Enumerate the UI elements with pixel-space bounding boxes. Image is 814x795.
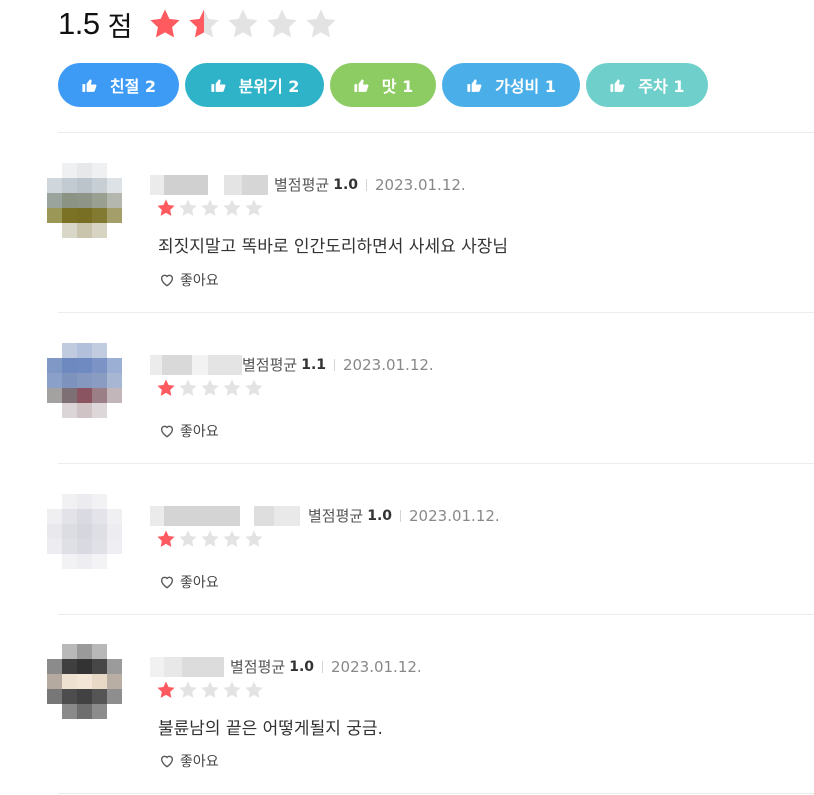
rating-score: 1.5 <box>58 6 100 41</box>
review-stars <box>156 529 266 549</box>
heart-outline-icon <box>159 423 180 439</box>
keyword-chip[interactable]: 가성비 1 <box>442 63 580 107</box>
rating-unit: 점 <box>107 11 133 43</box>
thumbs-up-icon <box>81 77 110 94</box>
star-icon <box>223 199 241 216</box>
star-icon <box>201 530 219 547</box>
star-icon <box>306 9 337 38</box>
review-date: 2023.01.12. <box>343 355 434 374</box>
keyword-chip[interactable]: 친절 2 <box>58 63 179 107</box>
thumbs-up-icon <box>609 77 638 94</box>
meta-separator <box>334 358 336 371</box>
review-date: 2023.01.12. <box>409 506 500 525</box>
keyword-chip[interactable]: 맛 1 <box>330 63 436 107</box>
keyword-label: 맛 1 <box>381 77 414 96</box>
masked-nickname[interactable] <box>150 656 230 677</box>
review-meta: 별점평균 1.0 2023.01.12. <box>150 656 422 677</box>
meta-separator <box>322 660 324 673</box>
divider <box>58 614 814 615</box>
keyword-label: 가성비 1 <box>495 77 556 96</box>
star-icon <box>201 681 219 698</box>
like-label: 좋아요 <box>180 754 219 770</box>
star-icon <box>150 9 181 38</box>
like-label: 좋아요 <box>180 575 219 591</box>
avatar[interactable] <box>47 644 122 719</box>
heart-outline-icon <box>159 753 180 769</box>
meta-separator <box>366 178 368 191</box>
masked-nickname[interactable] <box>150 174 268 195</box>
keyword-label: 친절 2 <box>109 77 157 96</box>
star-icon <box>223 681 241 698</box>
keyword-chip[interactable]: 분위기 2 <box>185 63 324 107</box>
like-button[interactable]: 좋아요 <box>159 572 219 592</box>
like-button[interactable]: 좋아요 <box>159 270 219 290</box>
star-icon <box>228 9 259 38</box>
thumbs-up-icon <box>353 77 382 94</box>
divider <box>58 132 814 133</box>
star-icon <box>201 199 219 216</box>
rating-average-value: 1.0 <box>289 658 315 675</box>
review-stars <box>156 680 266 700</box>
divider <box>58 793 814 794</box>
keyword-label: 분위기 2 <box>238 77 300 96</box>
review-text: 불륜남의 끝은 어떻게될지 궁금. <box>158 719 383 739</box>
keyword-label: 주차 1 <box>638 77 685 96</box>
review-stars <box>156 198 266 218</box>
rating-average-value: 1.1 <box>301 356 327 373</box>
rating-summary: 1.5 점 <box>58 4 343 44</box>
thumbs-up-icon <box>210 77 239 94</box>
rating-average-value: 1.0 <box>333 176 359 193</box>
star-icon <box>201 379 219 396</box>
star-icon <box>245 681 263 698</box>
star-icon <box>157 681 175 698</box>
rating-average-label: 별점평균 <box>308 507 364 525</box>
star-icon <box>179 681 197 698</box>
star-icon <box>189 9 220 38</box>
heart-outline-icon <box>159 574 180 590</box>
star-icon <box>179 199 197 216</box>
thumbs-up-icon <box>466 77 495 94</box>
like-button[interactable]: 좋아요 <box>159 421 219 441</box>
keyword-filter-row: 친절 2 분위기 2 맛 1 가성비 1 주차 1 <box>58 63 714 107</box>
rating-average-value: 1.0 <box>367 507 393 524</box>
rating-average-label: 별점평균 <box>274 176 330 194</box>
rating-stars <box>148 7 343 41</box>
review-meta: 별점평균 1.0 2023.01.12. <box>150 174 466 195</box>
like-button[interactable]: 좋아요 <box>159 751 219 771</box>
star-icon <box>179 530 197 547</box>
star-icon <box>157 379 175 396</box>
heart-outline-icon <box>159 272 180 288</box>
star-icon <box>179 379 197 396</box>
star-icon <box>157 199 175 216</box>
star-icon <box>245 530 263 547</box>
rating-average-label: 별점평균 <box>242 356 298 374</box>
star-icon <box>267 9 298 38</box>
review-meta: 별점평균 1.0 2023.01.12. <box>150 505 500 526</box>
review-stars <box>156 378 266 398</box>
review-meta: 별점평균 1.1 2023.01.12. <box>150 354 434 375</box>
avatar[interactable] <box>47 343 122 418</box>
divider <box>58 463 814 464</box>
masked-nickname[interactable] <box>150 354 242 375</box>
star-icon <box>245 199 263 216</box>
rating-average-label: 별점평균 <box>230 658 286 676</box>
masked-nickname[interactable] <box>150 505 300 526</box>
like-label: 좋아요 <box>180 424 219 440</box>
divider <box>58 312 814 313</box>
star-icon <box>223 530 241 547</box>
like-label: 좋아요 <box>180 273 219 289</box>
review-date: 2023.01.12. <box>375 175 466 194</box>
avatar[interactable] <box>47 494 122 569</box>
keyword-chip[interactable]: 주차 1 <box>586 63 708 107</box>
avatar[interactable] <box>47 163 122 238</box>
star-icon <box>157 530 175 547</box>
star-icon <box>223 379 241 396</box>
meta-separator <box>400 509 402 522</box>
review-date: 2023.01.12. <box>331 657 422 676</box>
review-text: 죄짓지말고 똑바로 인간도리하면서 사세요 사장님 <box>158 237 509 257</box>
star-icon <box>245 379 263 396</box>
